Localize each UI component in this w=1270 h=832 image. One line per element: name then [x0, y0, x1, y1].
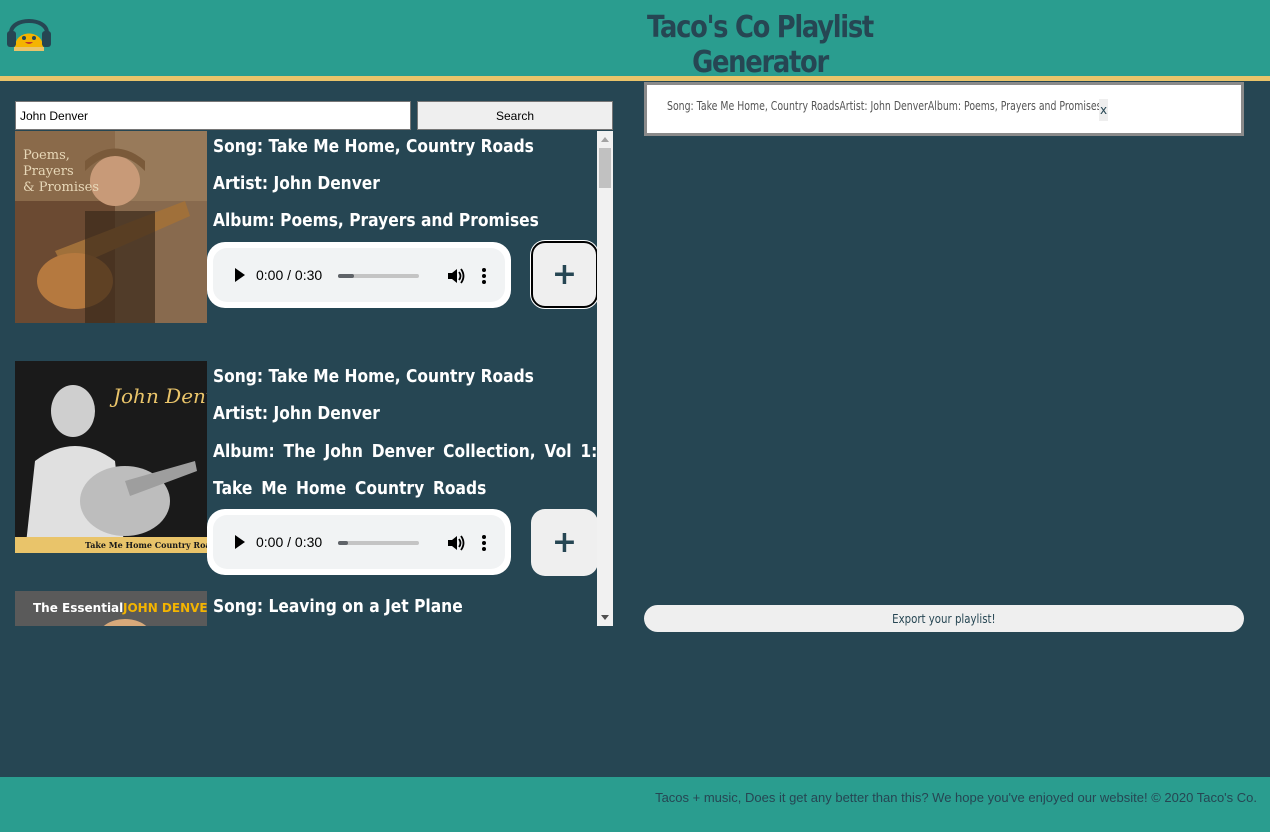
album-name: Album: Poems, Prayers and Promises: [213, 210, 539, 231]
add-to-playlist-button[interactable]: +: [531, 509, 598, 576]
footer: Tacos + music, Does it get any better th…: [0, 777, 1270, 832]
more-options-icon[interactable]: [479, 533, 489, 553]
page-title: Taco's Co Playlist Generator: [647, 10, 874, 80]
footer-text: Tacos + music, Does it get any better th…: [655, 790, 1257, 805]
scroll-up-icon[interactable]: [601, 137, 609, 142]
scroll-thumb[interactable]: [599, 148, 611, 188]
svg-text:Prayers: Prayers: [23, 164, 74, 179]
player-time: 0:00 / 0:30: [256, 534, 323, 550]
play-icon[interactable]: [235, 535, 245, 549]
artist-name: Artist: John Denver: [213, 173, 380, 194]
song-title: Song: Take Me Home, Country Roads: [213, 136, 534, 157]
audio-player[interactable]: 0:00 / 0:30: [207, 242, 511, 308]
playlist-item: Song: Take Me Home, Country RoadsArtist:…: [667, 99, 1102, 113]
svg-text:& Promises: & Promises: [23, 180, 99, 195]
song-title: Song: Leaving on a Jet Plane: [213, 596, 463, 617]
svg-text:John Denver: John Denver: [109, 384, 207, 408]
audio-player[interactable]: 0:00 / 0:30: [207, 509, 511, 575]
results-scrollbar[interactable]: [597, 131, 613, 626]
results-list: Poems, Prayers & Promises Song: Take Me …: [15, 131, 613, 626]
artist-name: Artist: John Denver: [213, 403, 380, 424]
taco-headphones-icon[interactable]: [5, 9, 53, 53]
svg-text:Take Me Home Country Roads: Take Me Home Country Roads: [85, 540, 207, 550]
player-time: 0:00 / 0:30: [256, 267, 323, 283]
progress-bar[interactable]: [338, 274, 419, 278]
playlist-panel: Song: Take Me Home, Country RoadsArtist:…: [644, 82, 1244, 136]
album-cover: Poems, Prayers & Promises: [15, 131, 207, 323]
search-input[interactable]: [15, 101, 411, 130]
album-cover: John Denver Take Me Home Country Roads: [15, 361, 207, 553]
scroll-down-icon[interactable]: [601, 615, 609, 620]
export-playlist-button[interactable]: Export your playlist!: [644, 605, 1244, 632]
remove-from-playlist-button[interactable]: x: [1099, 99, 1108, 121]
add-to-playlist-button[interactable]: +: [530, 240, 599, 309]
volume-icon[interactable]: [445, 533, 465, 553]
more-options-icon[interactable]: [479, 266, 489, 286]
svg-text:The Essential: The Essential: [33, 601, 123, 615]
export-label: Export your playlist!: [892, 611, 996, 626]
volume-icon[interactable]: [445, 266, 465, 286]
search-button[interactable]: Search: [417, 101, 613, 130]
album-cover: The Essential JOHN DENVER: [15, 591, 207, 626]
song-title: Song: Take Me Home, Country Roads: [213, 366, 534, 387]
svg-text:JOHN DENVER: JOHN DENVER: [122, 601, 207, 615]
play-icon[interactable]: [235, 268, 245, 282]
progress-bar[interactable]: [338, 541, 419, 545]
svg-text:Poems,: Poems,: [23, 148, 70, 163]
album-name: Album: The John Denver Collection, Vol 1…: [213, 441, 598, 499]
